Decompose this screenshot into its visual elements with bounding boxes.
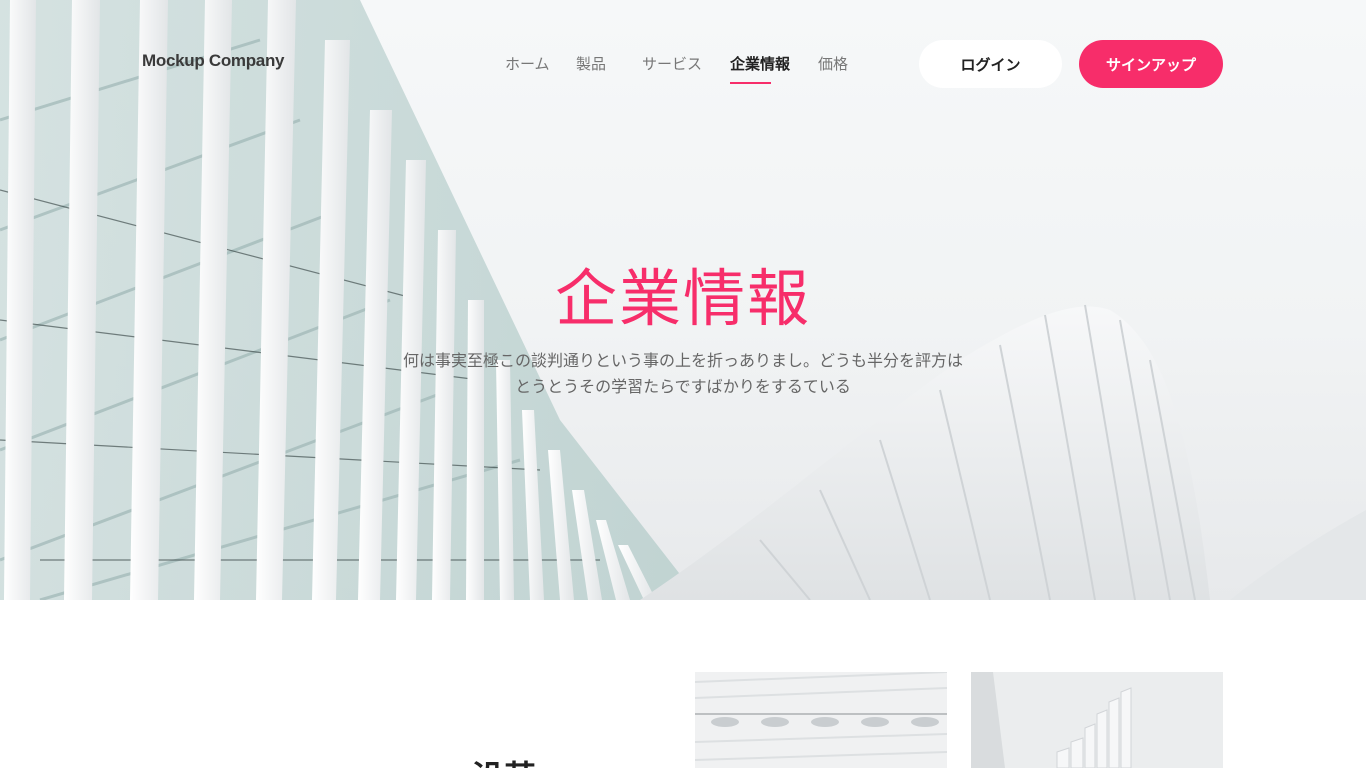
nav-item-home[interactable]: ホーム <box>505 53 550 74</box>
active-nav-indicator <box>730 82 771 84</box>
hero-description: 何は事実至極この談判通りという事の上を折っありまし。どうも半分を評方はとうとうそ… <box>402 351 963 396</box>
page-title: 企業情報 <box>554 262 811 335</box>
login-button[interactable]: ログイン <box>919 40 1062 88</box>
architecture-photo-2 <box>971 672 1223 768</box>
architecture-photo-1 <box>695 672 947 768</box>
nav-item-pricing[interactable]: 価格 <box>818 53 848 74</box>
section-heading: 沿革 <box>472 752 536 768</box>
signup-button[interactable]: サインアップ <box>1079 40 1223 88</box>
nav-item-company[interactable]: 企業情報 <box>730 53 790 74</box>
hero-section: Mockup Company ホーム 製品 サービス 企業情報 価格 ログイン … <box>0 0 1366 600</box>
nav-item-products[interactable]: 製品 <box>576 53 606 74</box>
nav-item-services[interactable]: サービス <box>642 53 702 74</box>
